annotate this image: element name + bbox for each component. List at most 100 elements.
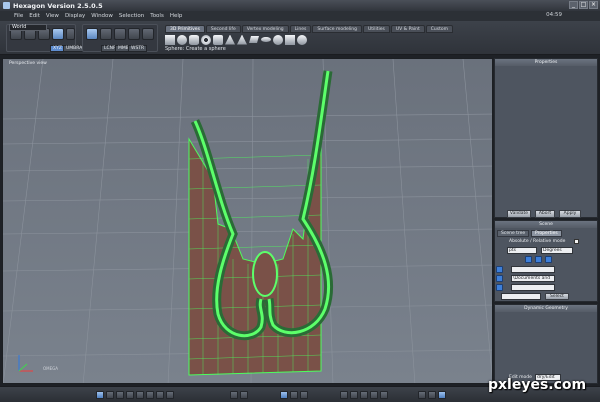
tool-hint: Sphere: Create a sphere: [165, 46, 226, 52]
pyramid-primitive-icon[interactable]: [237, 34, 247, 45]
primitive-row: [165, 33, 307, 46]
dynamic-geometry-panel: Dynamic Geometry Edit mode dry/Edit: [494, 304, 598, 384]
perspective-viewport[interactable]: Perspective view OMEGA: [2, 58, 493, 384]
capsule-primitive-icon[interactable]: [297, 34, 307, 45]
menu-bar: File Edit View Display Window Selection …: [0, 11, 600, 21]
properties-panel: Properties Validate Abort Apply: [494, 58, 598, 218]
tab-surface-modeling[interactable]: Surface modeling: [312, 25, 362, 33]
tool-tabs: 3D Primitives Second life Vertex modelin…: [165, 25, 454, 33]
coord-system-select[interactable]: World: [9, 24, 47, 31]
navigate-icon[interactable]: [438, 391, 446, 399]
menu-selection[interactable]: Selection: [116, 13, 147, 19]
viewport-layout-3-icon[interactable]: [116, 391, 124, 399]
viewport-layout-6-icon[interactable]: [146, 391, 154, 399]
menu-window[interactable]: Window: [88, 13, 116, 19]
apply-button[interactable]: Apply: [559, 210, 581, 218]
cube-view-icon[interactable]: [86, 28, 98, 40]
textured-cube-icon[interactable]: [128, 28, 140, 40]
window-controls: _ □ ×: [569, 1, 598, 9]
viewport-layout-2-icon[interactable]: [106, 391, 114, 399]
layer-icon-1[interactable]: [496, 266, 503, 273]
tab-3d-primitives[interactable]: 3D Primitives: [165, 25, 205, 33]
validate-button[interactable]: Validate: [507, 210, 531, 218]
camera-icon[interactable]: [230, 391, 238, 399]
cube-primitive-icon[interactable]: [165, 34, 175, 45]
menu-help[interactable]: Help: [167, 13, 186, 19]
light-cube-icon[interactable]: [142, 28, 154, 40]
texture-display-icon[interactable]: [380, 391, 388, 399]
tab-scene-tree[interactable]: Scene tree: [497, 230, 530, 237]
box-primitive-icon[interactable]: [285, 34, 295, 45]
value-field[interactable]: [511, 284, 555, 291]
pan-icon[interactable]: [300, 391, 308, 399]
menu-view[interactable]: View: [43, 13, 62, 19]
tab-utilities[interactable]: Utilities: [362, 25, 390, 33]
lasso-icon[interactable]: [66, 28, 75, 40]
shaded-cube-icon[interactable]: [114, 28, 126, 40]
scene-header: Scene: [495, 221, 597, 228]
app-icon: [3, 2, 10, 9]
layer-icon-2[interactable]: [496, 275, 503, 282]
viewport-layout-7-icon[interactable]: [156, 391, 164, 399]
path-field[interactable]: \Documents and: [511, 275, 555, 282]
viewport-layout-1-icon[interactable]: [96, 391, 104, 399]
torus-primitive-icon[interactable]: [201, 34, 211, 45]
palette-icon[interactable]: [535, 256, 542, 263]
relative-mode-checkbox[interactable]: [574, 239, 579, 244]
maximize-icon[interactable]: □: [579, 1, 588, 9]
grid-icon[interactable]: [280, 391, 288, 399]
magnet-icon[interactable]: [52, 28, 64, 40]
sphere-display-icon[interactable]: [340, 391, 348, 399]
tab-custom[interactable]: Custom: [425, 25, 454, 33]
viewport-layout-8-icon[interactable]: [166, 391, 174, 399]
wire-cube-icon[interactable]: [100, 28, 112, 40]
pen-icon[interactable]: [525, 256, 532, 263]
minimize-icon[interactable]: _: [569, 1, 578, 9]
cylinder-primitive-icon[interactable]: [189, 34, 199, 45]
disc-primitive-icon[interactable]: [261, 37, 271, 42]
tab-second-life[interactable]: Second life: [205, 25, 241, 33]
wstr-button[interactable]: WSTR: [128, 45, 148, 52]
clock: 04:59: [546, 12, 562, 18]
close-icon[interactable]: ×: [589, 1, 598, 9]
tab-lines[interactable]: Lines: [289, 25, 312, 33]
layer-icon-3[interactable]: [496, 284, 503, 291]
menu-tools[interactable]: Tools: [147, 13, 167, 19]
name-field[interactable]: [511, 266, 555, 273]
unit-select[interactable]: pts: [507, 247, 537, 254]
shadow-icon[interactable]: [428, 391, 436, 399]
tube-primitive-icon[interactable]: [213, 34, 223, 45]
key-icon[interactable]: [545, 256, 552, 263]
menu-file[interactable]: File: [11, 13, 26, 19]
select-button[interactable]: Select: [545, 293, 569, 300]
mode-label: Absolute / Relative mode: [509, 239, 566, 244]
smooth-display-icon[interactable]: [370, 391, 378, 399]
light-icon[interactable]: [418, 391, 426, 399]
viewport-layout-4-icon[interactable]: [126, 391, 134, 399]
geosphere-primitive-icon[interactable]: [273, 34, 283, 45]
viewport-label: Perspective view: [9, 61, 47, 66]
tab-vertex-modeling[interactable]: Vertex modeling: [241, 25, 289, 33]
select-field[interactable]: [501, 293, 541, 300]
menu-display[interactable]: Display: [62, 13, 88, 19]
viewport-layout-5-icon[interactable]: [136, 391, 144, 399]
render-icon[interactable]: [240, 391, 248, 399]
plane-primitive-icon[interactable]: [249, 36, 259, 43]
watermark: pxleyes.com: [488, 377, 587, 393]
properties-header: Properties: [495, 59, 597, 66]
angle-unit-select[interactable]: Degrees: [541, 247, 573, 254]
wire-display-icon[interactable]: [350, 391, 358, 399]
window-title: Hexagon Version 2.5.0.5: [13, 1, 103, 10]
sphere-primitive-icon[interactable]: [177, 34, 187, 45]
flat-display-icon[interactable]: [360, 391, 368, 399]
title-bar: Hexagon Version 2.5.0.5 _ □ ×: [0, 0, 600, 11]
dynamic-geometry-header: Dynamic Geometry: [495, 305, 597, 312]
menu-edit[interactable]: Edit: [26, 13, 43, 19]
zoom-icon[interactable]: [290, 391, 298, 399]
tab-properties[interactable]: Properties: [531, 230, 562, 237]
scene-panel: Scene Scene tree Properties Absolute / R…: [494, 220, 598, 302]
tab-uv-paint[interactable]: UV & Paint: [390, 25, 425, 33]
viewport-canvas[interactable]: [3, 59, 493, 384]
cone-primitive-icon[interactable]: [225, 34, 235, 45]
abort-button[interactable]: Abort: [535, 210, 555, 218]
